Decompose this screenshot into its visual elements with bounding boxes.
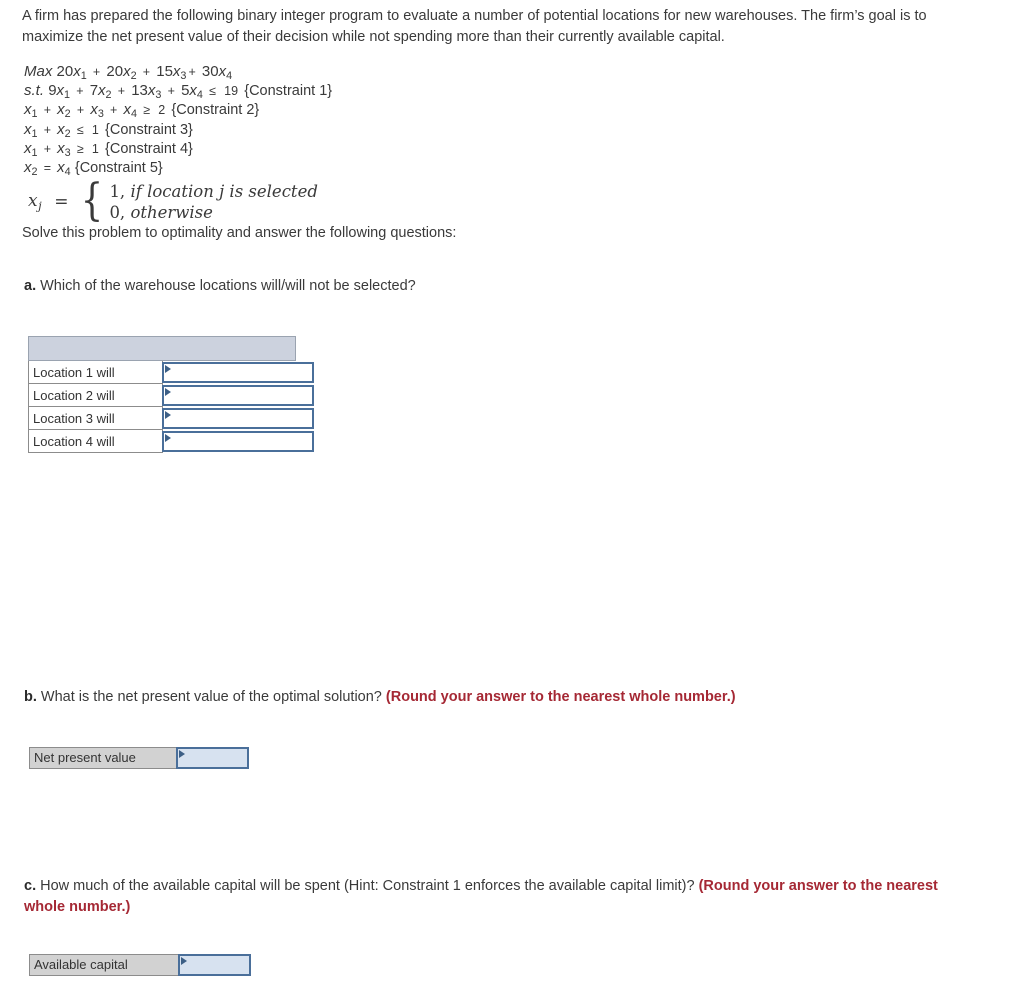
question-a-label: a. [24,278,37,294]
table-row: Location 2 will [28,383,314,407]
available-capital-value [180,956,249,958]
question-b-note: (Round your answer to the nearest whole … [385,689,736,705]
constraint-2-relation: ≥ [143,103,151,118]
case-selected-value: 1, [109,182,126,201]
location-1-value [164,364,312,366]
case-selected-text: if location j is selected [130,182,318,201]
dropdown-arrow-icon [179,750,185,758]
locations-answer-table: Location 1 will Location 2 will Location… [28,336,314,453]
case-selected: 1, if location j is selected [109,181,317,202]
constraint-5-tag: {Constraint 5} [74,159,163,176]
constraint-4-tag: {Constraint 4} [105,140,193,157]
objective-function-line: Max 20x1 + 20x2 + 15x3 + 30x4 [24,62,332,83]
constraint-5-line: x2 = x4 {Constraint 5} [24,158,163,178]
constraint-4-rhs: 1 [91,141,99,156]
table-row: Location 1 will [28,360,314,384]
constraint-3-tag: {Constraint 3} [105,121,193,138]
case-otherwise-text: otherwise [130,203,213,222]
case-otherwise: 0, otherwise [109,202,317,223]
location-2-dropdown[interactable] [161,384,314,406]
location-4-value [164,433,312,435]
constraint-1-rhs: 19 [224,84,239,99]
dropdown-arrow-icon [164,433,171,442]
net-present-value-label: Net present value [29,747,177,769]
location-1-dropdown-cell [161,361,314,384]
dropdown-arrow-icon [164,364,171,373]
location-2-label: Location 2 will [28,383,163,407]
available-capital-row: Available capital [29,954,251,976]
variable-definition: xj = { 1, if location j is selected 0, o… [28,175,318,226]
solve-instruction: Solve this problem to optimality and ans… [22,225,457,241]
question-b-label: b. [24,689,37,705]
constraint-4-line: x1 + x3 ≥ 1 {Constraint 4} [24,139,193,159]
question-a: a. Which of the warehouse locations will… [24,276,954,297]
location-4-dropdown-cell [161,430,314,453]
objective-keyword: Max [24,63,53,80]
table-header-cell [28,336,296,361]
constraint-1-line: s.t. 9x1 + 7x2 + 13x3 + 5x4 ≤ 19 {Constr… [24,82,333,102]
constraint-3-line: x1 + x2 ≤ 1 {Constraint 3} [24,120,193,140]
location-3-label: Location 3 will [28,406,163,430]
location-3-value [164,410,312,412]
constraint-4-relation: ≥ [76,141,84,156]
net-present-value-input[interactable] [176,747,249,769]
variable-definition-equals: = [54,192,69,212]
location-1-label: Location 1 will [28,360,163,384]
location-3-dropdown-cell [161,407,314,430]
question-c: c. How much of the available capital wil… [24,876,954,918]
question-a-text: Which of the warehouse locations will/wi… [40,278,416,294]
objective-terms: 20x1 + 20x2 + 15x3 + 30x4 [56,63,233,83]
dropdown-arrow-icon [164,410,171,419]
question-c-text: How much of the available capital will b… [40,878,695,894]
table-row: Location 3 will [28,406,314,430]
question-b: b. What is the net present value of the … [24,687,984,708]
question-c-label: c. [24,878,37,894]
constraint-1-tag: {Constraint 1} [244,83,333,100]
location-2-dropdown-cell [161,384,314,407]
variable-definition-cases: 1, if location j is selected 0, otherwis… [109,181,317,223]
constraint-2-tag: {Constraint 2} [171,102,260,119]
constraint-3-relation: ≤ [76,122,84,137]
dropdown-arrow-icon [181,957,187,965]
location-1-dropdown[interactable] [161,361,314,383]
variable-definition-subscript: j [38,198,43,213]
location-3-dropdown[interactable] [161,407,314,429]
intro-paragraph: A firm has prepared the following binary… [22,8,927,45]
question-b-text: What is the net present value of the opt… [40,689,382,705]
table-header-row [28,336,296,361]
constraint-2-rhs: 2 [158,103,166,118]
constraint-keyword: s.t. [24,82,45,100]
constraint-2-line: x1 + x2 + x3 + x4 ≥ 2 {Constraint 2} [24,101,260,121]
variable-definition-lhs: xj [28,191,43,213]
net-present-value-value [178,749,247,751]
table-row: Location 4 will [28,429,314,453]
available-capital-label: Available capital [29,954,179,976]
constraint-1-relation: ≤ [209,84,216,99]
left-brace-glyph: { [81,175,104,226]
model-formulation: Max 20x1 + 20x2 + 15x3 + 30x4 s.t. 9x1 + … [24,62,333,178]
location-4-label: Location 4 will [28,429,163,453]
dropdown-arrow-icon [164,387,171,396]
available-capital-input[interactable] [178,954,251,976]
case-otherwise-value: 0, [109,203,126,222]
location-2-value [164,387,312,389]
location-4-dropdown[interactable] [161,430,314,452]
constraint-3-rhs: 1 [91,122,99,137]
net-present-value-row: Net present value [29,747,249,769]
